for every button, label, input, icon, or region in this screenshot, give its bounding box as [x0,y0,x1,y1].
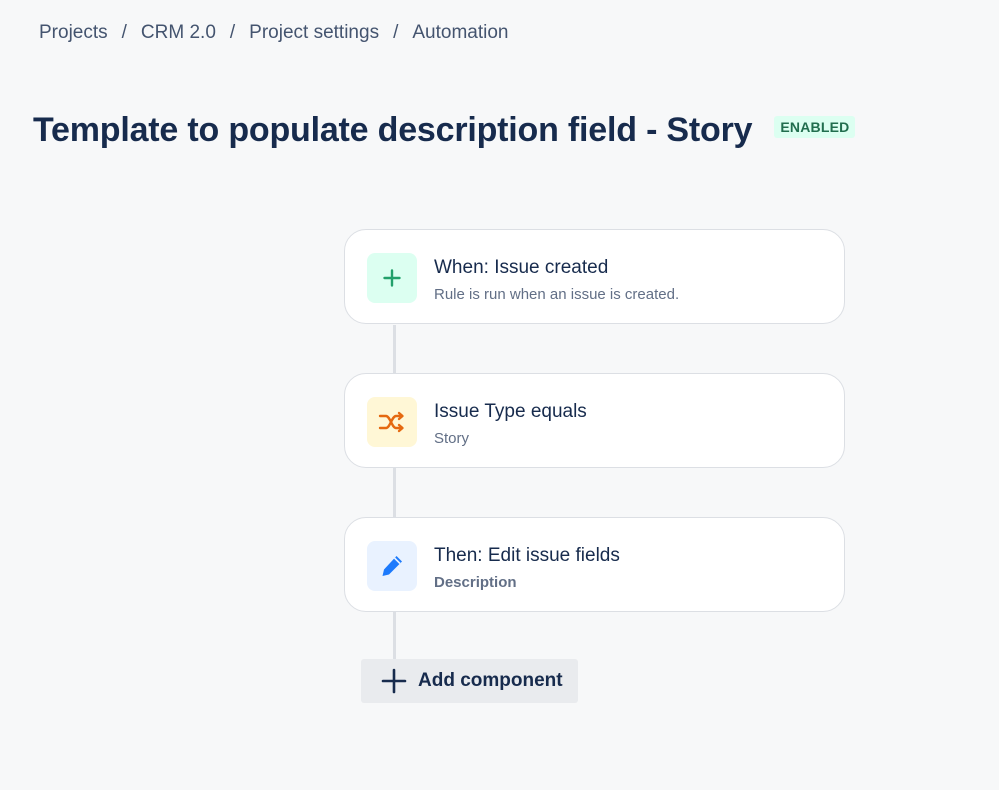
condition-card[interactable]: Issue Type equals Story [344,373,845,468]
flow-connector [393,325,396,374]
condition-title: Issue Type equals [434,401,587,422]
flow-connector [393,612,396,660]
action-subtitle: Description [434,574,517,591]
plus-icon [367,253,417,303]
breadcrumb-crm[interactable]: CRM 2.0 [141,22,216,44]
breadcrumb-project-settings[interactable]: Project settings [249,22,379,44]
add-component-button[interactable]: Add component [361,659,578,703]
trigger-card[interactable]: When: Issue created Rule is run when an … [344,229,845,324]
breadcrumb-separator: / [121,22,127,43]
plus-icon [381,668,407,694]
page-title: Template to populate description field -… [33,111,753,149]
breadcrumb-projects[interactable]: Projects [39,22,108,44]
breadcrumb-separator: / [393,22,399,43]
pencil-icon [367,541,417,591]
trigger-subtitle: Rule is run when an issue is created. [434,286,680,303]
shuffle-icon [367,397,417,447]
breadcrumb-separator: / [229,22,236,43]
breadcrumb-automation[interactable]: Automation [412,22,508,44]
status-badge: ENABLED [774,116,856,138]
title-row: Template to populate description field -… [33,108,856,152]
trigger-title: When: Issue created [434,257,609,278]
flow-connector [393,468,396,518]
action-card[interactable]: Then: Edit issue fields Description [344,517,845,612]
breadcrumb: Projects / CRM 2.0 / Project settings / … [39,22,508,44]
action-title: Then: Edit issue fields [434,545,620,566]
add-component-label: Add component [418,670,563,691]
condition-subtitle: Story [434,430,470,447]
